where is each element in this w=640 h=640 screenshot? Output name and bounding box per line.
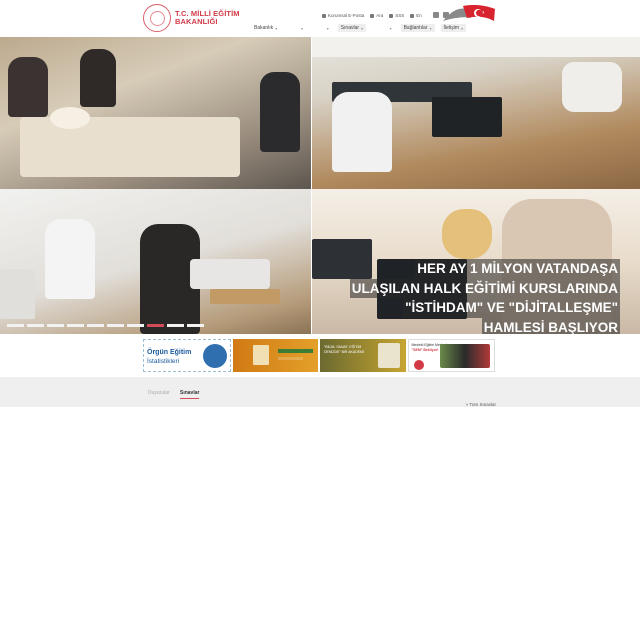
textile-class-photo [312,37,640,189]
main-nav: Bakanlık ▾ ▾ ▾ Sınavlar ▾ ▾ Bağlantılar ▾ İ… [251,24,467,32]
headline-line-2: ULAŞILAN HALK EĞİTİMİ KURSLARINDA [349,278,620,298]
chevron-down-icon: ▾ [275,25,278,31]
banner-sem[interactable]: Mesleki Eğitim Merkezi "SEM" Bekliyor! [407,339,495,372]
embroidery-workshop-photo [0,37,311,189]
meb-logo[interactable]: T.C. MİLLİ EĞİTİM BAKANLIĞI [143,3,243,33]
all-exams-link[interactable]: » Tüm Sınavlar [466,402,496,407]
slider-dot[interactable] [87,324,104,327]
academy-image [377,343,400,368]
nav-item-contact[interactable]: İletişim ▾ [440,24,467,32]
chevron-down-icon: ▾ [461,25,464,31]
site-header: T.C. MİLLİ EĞİTİM BAKANLIĞI Kurumsal E-P… [0,0,640,37]
banner-statistics[interactable]: Örgün Eğitim İstatistikleri [143,339,231,372]
top-link-search[interactable]: Ara [370,13,383,18]
chevron-down-icon: ▾ [326,25,329,31]
announcements-section [0,377,640,407]
slider-pagination [7,324,204,327]
nav-item-ministry[interactable]: Bakanlık ▾ [251,24,280,32]
top-link-email[interactable]: Kurumsal E-Posta [322,13,364,18]
slider-dot[interactable] [187,324,204,327]
nav-item-placeholder-1[interactable]: ▾ [286,24,306,32]
headline-line-3: "İSTİHDAM" VE "DİJİTALLEŞME" [403,298,620,318]
chevron-down-icon: ▾ [429,25,432,31]
banner-academy[interactable]: "BİLİM, SANAT, EĞİTİM DENİZDE" BİR AKADE… [320,339,406,372]
top-link-language[interactable]: En [410,13,422,18]
nav-item-exams[interactable]: Sınavlar ▾ [337,24,367,32]
top-link-faq[interactable]: SSS [389,13,404,18]
youtube-icon[interactable] [433,12,439,18]
banner-book-promo[interactable] [232,339,318,372]
slider-dot-active[interactable] [147,324,164,327]
slider-dot[interactable] [67,324,84,327]
faq-icon [389,13,394,18]
sem-logo-icon [413,360,424,370]
nav-item-placeholder-3[interactable]: ▾ [372,24,395,32]
headline-line-4: HAMLESİ BAŞLIYOR [481,317,620,334]
headline-line-1: HER AY 1 MİLYON VATANDAŞA [415,259,620,279]
nav-item-placeholder-2[interactable]: ▾ [312,24,332,32]
chevron-down-icon: ▾ [300,25,303,31]
slider-dot[interactable] [107,324,124,327]
search-icon [370,13,375,18]
tab-exams[interactable]: Sınavlar [180,390,200,399]
sem-image [440,344,490,368]
slider-dot[interactable] [7,324,24,327]
turkish-flag-icon [443,5,495,21]
ministry-seal-icon [143,4,171,32]
globe-icon [410,13,415,18]
mail-icon [322,13,326,18]
chevron-down-icon: ▾ [389,25,392,31]
slider-dot[interactable] [167,324,184,327]
nav-item-links[interactable]: Bağlantılar ▾ [400,24,435,32]
top-links: Kurumsal E-Posta Ara SSS En [322,13,422,18]
statistics-icon [202,344,227,368]
tab-announcements[interactable]: Duyurular [148,390,170,396]
hero-headline[interactable]: HER AY 1 MİLYON VATANDAŞA ULAŞILAN HALK … [349,259,620,334]
slider-dot[interactable] [47,324,64,327]
logo-text: T.C. MİLLİ EĞİTİM BAKANLIĞI [175,9,240,27]
logo-line-2: BAKANLIĞI [175,17,218,26]
book-icon [252,345,269,365]
slider-dot[interactable] [127,324,144,327]
promo-banners: Örgün Eğitim İstatistikleri "BİLİM, SANA… [143,339,495,372]
hero-slider[interactable]: HER AY 1 MİLYON VATANDAŞA ULAŞILAN HALK … [0,37,640,334]
sewing-class-photo [0,189,311,334]
slider-dot[interactable] [27,324,44,327]
chevron-down-icon: ▾ [361,25,364,31]
